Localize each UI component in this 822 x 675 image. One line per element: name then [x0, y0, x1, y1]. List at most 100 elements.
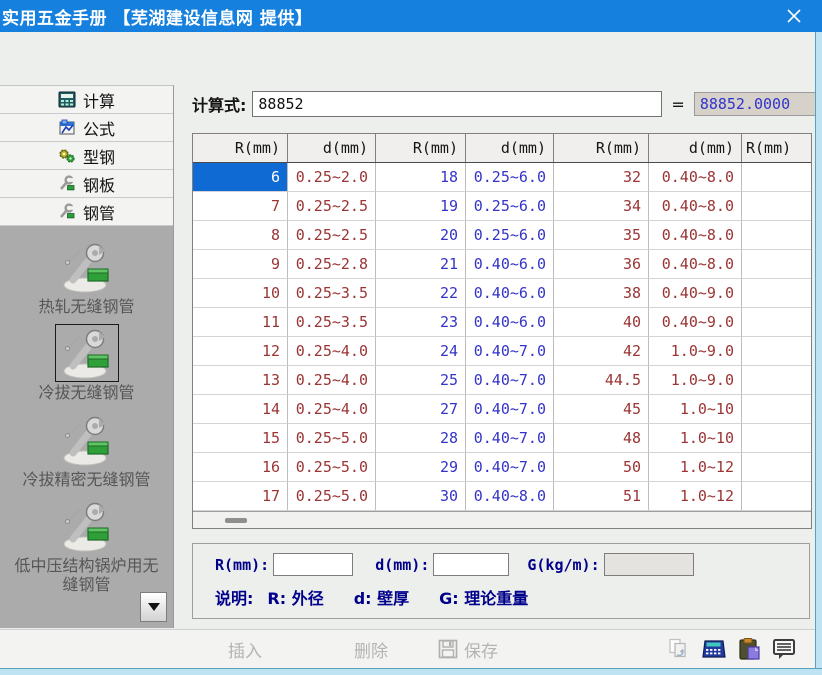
table-cell[interactable]: 0.25~2.5 — [288, 192, 376, 221]
table-cell[interactable]: 0.25~6.0 — [466, 163, 554, 192]
table-cell[interactable]: 0.40~9.0 — [649, 279, 742, 308]
table-cell[interactable]: 51 — [554, 482, 649, 511]
table-cell[interactable]: 25 — [376, 366, 466, 395]
table-cell[interactable]: 17 — [193, 482, 288, 511]
table-cell[interactable] — [742, 250, 811, 279]
table-cell[interactable]: 19 — [376, 192, 466, 221]
table-cell[interactable]: 8 — [193, 221, 288, 250]
table-cell[interactable]: 45 — [554, 395, 649, 424]
table-cell[interactable]: 0.25~6.0 — [466, 192, 554, 221]
table-cell[interactable]: 1.0~10 — [649, 424, 742, 453]
table-cell[interactable]: 0.25~5.0 — [288, 482, 376, 511]
table-cell[interactable]: 24 — [376, 337, 466, 366]
nav-button-section-steel[interactable]: 型钢 — [0, 142, 173, 170]
table-cell[interactable]: 35 — [554, 221, 649, 250]
table-cell[interactable]: 1.0~12 — [649, 453, 742, 482]
table-cell[interactable]: 7 — [193, 192, 288, 221]
table-cell[interactable]: 0.25~4.0 — [288, 395, 376, 424]
table-cell[interactable] — [742, 163, 811, 192]
table-cell[interactable]: 1.0~9.0 — [649, 337, 742, 366]
table-cell[interactable] — [742, 192, 811, 221]
table-cell[interactable]: 0.40~8.0 — [649, 250, 742, 279]
table-cell[interactable]: 0.25~4.0 — [288, 337, 376, 366]
table-cell[interactable] — [742, 482, 811, 511]
table-cell[interactable]: 0.40~7.0 — [466, 366, 554, 395]
pipe-list-scroll-down-button[interactable] — [140, 592, 167, 622]
table-cell[interactable]: 40 — [554, 308, 649, 337]
table-cell[interactable]: 32 — [554, 163, 649, 192]
table-cell[interactable]: 0.40~7.0 — [466, 453, 554, 482]
table-cell[interactable] — [742, 337, 811, 366]
table-cell[interactable]: 0.25~6.0 — [466, 221, 554, 250]
table-cell[interactable]: 6 — [193, 163, 288, 192]
table-cell[interactable]: 38 — [554, 279, 649, 308]
delete-button[interactable]: 删除 — [354, 637, 388, 662]
table-cell[interactable]: 27 — [376, 395, 466, 424]
table-cell[interactable] — [742, 279, 811, 308]
table-cell[interactable]: 30 — [376, 482, 466, 511]
nav-button-steel-plate[interactable]: 钢板 — [0, 170, 173, 198]
table-cell[interactable]: 1.0~10 — [649, 395, 742, 424]
table-cell[interactable]: 0.40~8.0 — [649, 163, 742, 192]
d-input[interactable] — [433, 553, 509, 576]
table-cell[interactable]: 0.25~3.5 — [288, 308, 376, 337]
table-cell[interactable]: 28 — [376, 424, 466, 453]
table-cell[interactable]: 42 — [554, 337, 649, 366]
table-cell[interactable] — [742, 453, 811, 482]
table-cell[interactable] — [742, 395, 811, 424]
pipe-type-boiler[interactable]: 低中压结构锅炉用无缝钢管 — [13, 497, 161, 594]
table-cell[interactable] — [742, 308, 811, 337]
table-cell[interactable]: 12 — [193, 337, 288, 366]
table-cell[interactable]: 0.40~8.0 — [649, 192, 742, 221]
table-cell[interactable] — [742, 424, 811, 453]
table-cell[interactable]: 16 — [193, 453, 288, 482]
pipe-type-hot-rolled[interactable]: 热轧无缝钢管 — [13, 238, 161, 316]
table-cell[interactable]: 13 — [193, 366, 288, 395]
table-cell[interactable]: 50 — [554, 453, 649, 482]
table-cell[interactable]: 29 — [376, 453, 466, 482]
calc-expression-input[interactable] — [252, 91, 662, 117]
table-cell[interactable]: 23 — [376, 308, 466, 337]
table-cell[interactable]: 0.40~7.0 — [466, 395, 554, 424]
nav-button-calc[interactable]: 计算 — [0, 86, 173, 114]
close-button[interactable] — [774, 0, 814, 32]
scrollbar-thumb[interactable] — [225, 518, 247, 523]
pipe-type-cold-drawn[interactable]: 冷拔无缝钢管 — [13, 324, 161, 402]
clipboard-paste-button[interactable] — [736, 636, 762, 662]
table-cell[interactable]: 0.25~2.8 — [288, 250, 376, 279]
table-cell[interactable]: 0.40~8.0 — [466, 482, 554, 511]
table-cell[interactable]: 34 — [554, 192, 649, 221]
save-button[interactable]: 保存 — [438, 637, 498, 662]
table-cell[interactable]: 36 — [554, 250, 649, 279]
table-cell[interactable]: 0.25~4.0 — [288, 366, 376, 395]
table-cell[interactable]: 21 — [376, 250, 466, 279]
table-cell[interactable]: 0.40~8.0 — [649, 221, 742, 250]
table-cell[interactable]: 0.40~9.0 — [649, 308, 742, 337]
table-cell[interactable] — [742, 221, 811, 250]
table-cell[interactable]: 15 — [193, 424, 288, 453]
insert-button[interactable]: 插入 — [228, 637, 262, 662]
calculator-button[interactable] — [701, 636, 727, 662]
table-cell[interactable]: 22 — [376, 279, 466, 308]
table-cell[interactable]: 48 — [554, 424, 649, 453]
table-cell[interactable]: 1.0~12 — [649, 482, 742, 511]
table-cell[interactable]: 44.5 — [554, 366, 649, 395]
table-cell[interactable]: 0.25~3.5 — [288, 279, 376, 308]
table-cell[interactable]: 0.40~7.0 — [466, 337, 554, 366]
table-cell[interactable]: 10 — [193, 279, 288, 308]
table-cell[interactable]: 0.25~2.0 — [288, 163, 376, 192]
table-cell[interactable]: 0.25~5.0 — [288, 453, 376, 482]
table-cell[interactable]: 1.0~9.0 — [649, 366, 742, 395]
table-cell[interactable]: 0.25~5.0 — [288, 424, 376, 453]
table-cell[interactable]: 0.40~7.0 — [466, 424, 554, 453]
table-cell[interactable]: 14 — [193, 395, 288, 424]
table-cell[interactable]: 0.40~6.0 — [466, 308, 554, 337]
table-cell[interactable]: 0.25~2.5 — [288, 221, 376, 250]
table-cell[interactable]: 20 — [376, 221, 466, 250]
r-input[interactable] — [273, 553, 353, 576]
table-cell[interactable]: 9 — [193, 250, 288, 279]
nav-button-formula[interactable]: 公式 — [0, 114, 173, 142]
pipe-type-cold-drawn-precision[interactable]: 冷拔精密无缝钢管 — [13, 411, 161, 489]
nav-button-steel-pipe[interactable]: 钢管 — [0, 198, 173, 226]
table-cell[interactable]: 0.40~6.0 — [466, 279, 554, 308]
